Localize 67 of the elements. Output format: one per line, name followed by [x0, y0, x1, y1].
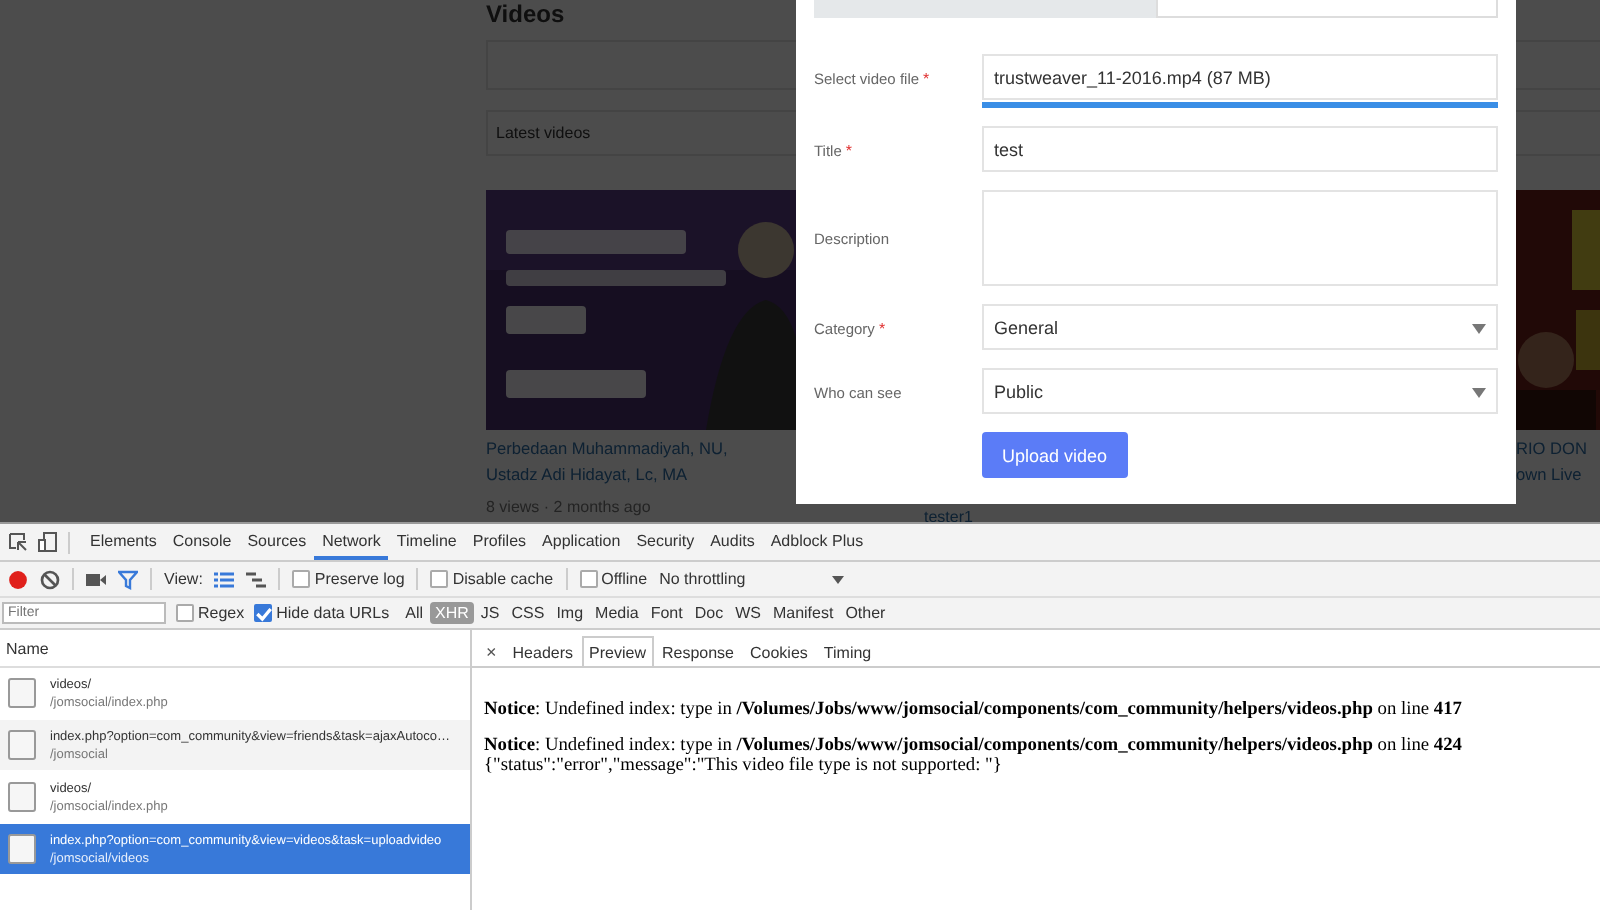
type-filter[interactable]: JS — [474, 602, 506, 624]
type-filter[interactable]: Img — [550, 602, 590, 624]
inspect-icon[interactable] — [8, 532, 28, 552]
file-icon — [8, 678, 36, 708]
upload-button[interactable]: Upload video — [982, 432, 1128, 478]
checkbox-label: Disable cache — [452, 570, 554, 588]
detail-tab[interactable]: Response — [653, 636, 742, 666]
type-filter[interactable]: Manifest — [766, 602, 840, 624]
device-icon[interactable] — [38, 532, 58, 552]
type-filter[interactable]: CSS — [505, 602, 551, 624]
panel-tab[interactable]: Elements — [82, 524, 165, 560]
response-json: {"status":"error","message":"This video file type is not supported: "} — [484, 756, 1002, 776]
checkbox[interactable] — [430, 570, 449, 588]
panel-tab[interactable]: Timeline — [388, 524, 465, 560]
input-field[interactable]: test — [982, 126, 1498, 172]
type-filter[interactable]: Doc — [688, 602, 730, 624]
list-view-icon[interactable] — [214, 569, 235, 589]
column-header: Name — [6, 639, 49, 657]
checkbox[interactable] — [579, 570, 598, 588]
type-filter[interactable]: All — [399, 602, 429, 624]
required-mark: * — [878, 320, 886, 338]
file-icon — [8, 834, 36, 864]
record-icon[interactable] — [8, 569, 28, 589]
notice-message: Notice: Undefined index: type in /Volumes/Jobs/www/jomsocial/components/com_community/helpers/videos.php on line 417 — [484, 700, 1464, 720]
section-title: Latest videos — [496, 124, 591, 142]
type-filter[interactable]: WS — [729, 602, 767, 624]
checkbox-label: Offline — [601, 570, 648, 588]
panel-tab[interactable]: Security — [628, 524, 703, 560]
notice-message: Notice: Undefined index: type in /Volumes/Jobs/www/jomsocial/components/com_community/helpers/videos.php on line 424 — [484, 736, 1464, 756]
file-field[interactable]: trustweaver_11-2016.mp4 (87 MB) — [982, 54, 1498, 100]
panel-tab[interactable]: Profiles — [464, 524, 535, 560]
caret-icon — [1472, 324, 1486, 334]
file-icon — [8, 730, 36, 760]
checkbox[interactable] — [254, 604, 273, 622]
close-button[interactable]: × — [478, 636, 505, 666]
throttling-dropdown[interactable]: No throttling — [659, 570, 820, 588]
panel-tab[interactable]: Sources — [239, 524, 315, 560]
checkbox[interactable] — [176, 604, 194, 622]
file-icon — [8, 782, 36, 812]
required-mark: * — [923, 70, 930, 88]
caret-icon[interactable] — [831, 575, 844, 583]
panel-tab[interactable]: Application — [534, 524, 629, 560]
clear-icon[interactable] — [40, 569, 60, 589]
filter-icon[interactable] — [118, 569, 138, 589]
dropdown[interactable]: General — [982, 304, 1498, 350]
required-mark: * — [845, 142, 853, 160]
checkbox-label: Regex — [198, 604, 245, 622]
panel-tab[interactable]: Adblock Plus — [762, 524, 872, 560]
detail-tab[interactable]: Timing — [815, 636, 880, 666]
waterfall-icon[interactable] — [246, 569, 267, 589]
type-filter[interactable]: Media — [589, 602, 645, 624]
caret-icon — [1472, 388, 1486, 398]
detail-tab[interactable]: Cookies — [742, 636, 816, 666]
checkbox-label: Hide data URLs — [276, 604, 390, 622]
detail-tab[interactable]: Preview — [581, 636, 654, 666]
panel-tab[interactable]: Console — [164, 524, 240, 560]
checkbox[interactable] — [292, 570, 311, 588]
view-label: View: — [164, 570, 203, 588]
type-filter[interactable]: Other — [839, 602, 892, 624]
check-icon — [253, 603, 274, 623]
checkbox-label: Preserve log — [314, 570, 405, 588]
detail-tab[interactable]: Headers — [504, 636, 582, 666]
panel-tab[interactable]: Audits — [702, 524, 763, 560]
type-filter[interactable]: Font — [644, 602, 689, 624]
dropdown[interactable]: Public — [982, 368, 1498, 414]
page-heading: Videos — [486, 0, 565, 28]
camera-icon[interactable] — [86, 569, 106, 589]
